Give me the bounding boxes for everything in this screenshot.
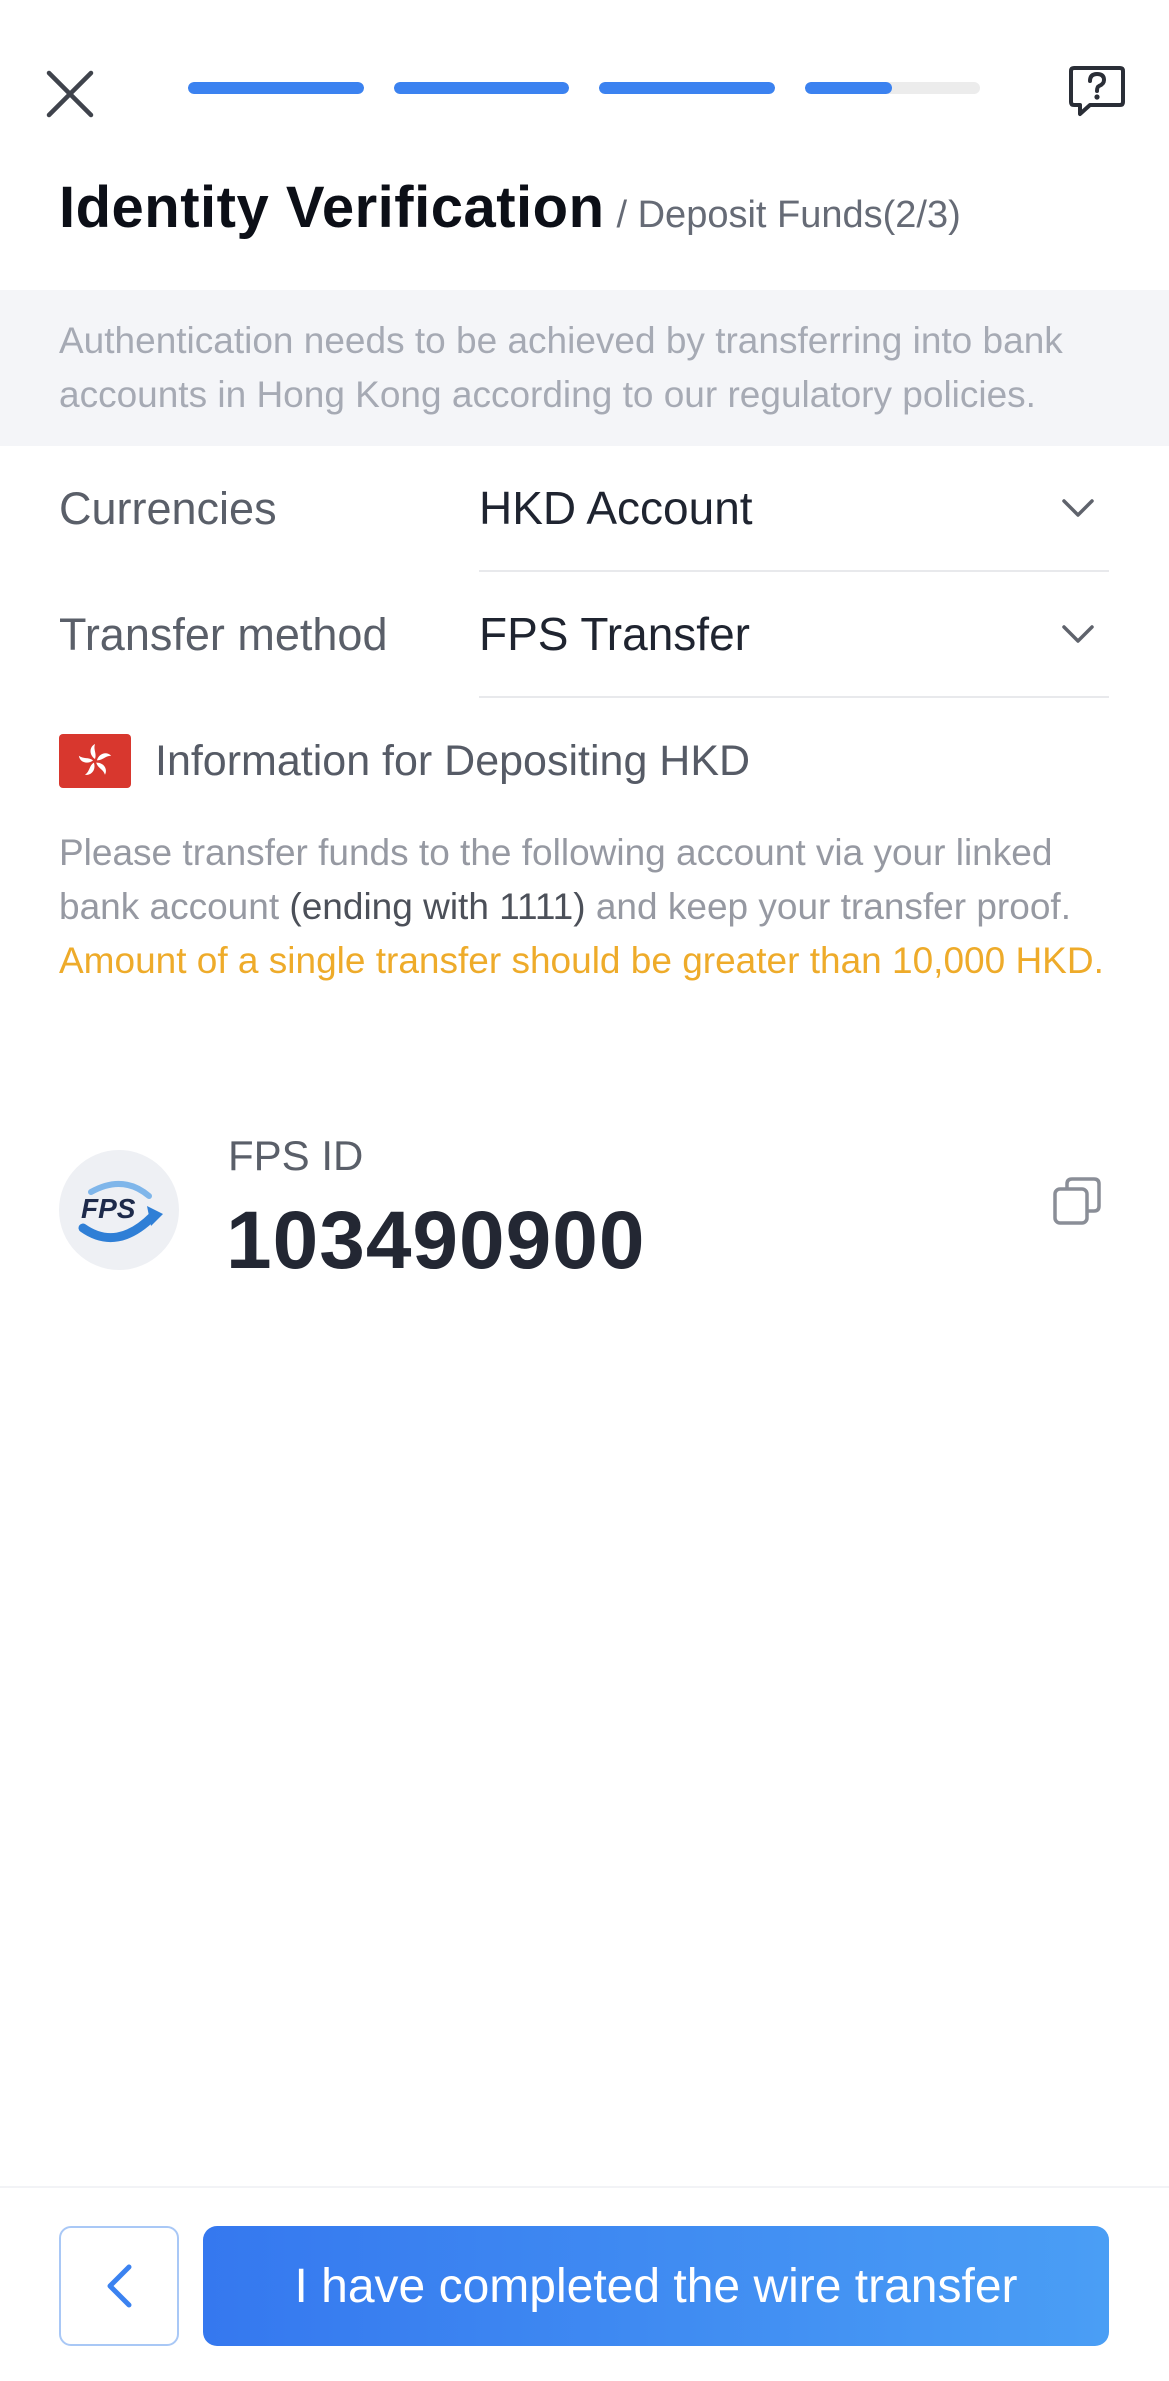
minimum-amount-warning: Amount of a single transfer should be gr… [59, 940, 1104, 981]
close-button[interactable] [38, 62, 102, 126]
progress-step-3 [599, 82, 775, 94]
progress-step-1 [188, 82, 364, 94]
page-title-row: Identity Verification / Deposit Funds(2/… [59, 174, 961, 241]
transfer-method-select[interactable]: FPS Transfer [479, 572, 1109, 698]
fps-logo: FPS [59, 1150, 179, 1270]
regulatory-notice: Authentication needs to be achieved by t… [0, 290, 1169, 446]
chevron-down-icon [1053, 483, 1103, 533]
deposit-info-heading: Information for Depositing HKD [59, 734, 750, 788]
page-title: Identity Verification [59, 175, 605, 240]
transfer-method-value: FPS Transfer [479, 608, 750, 660]
fps-logo-text: FPS [81, 1193, 136, 1224]
currencies-value: HKD Account [479, 482, 753, 534]
transfer-method-row: Transfer method FPS Transfer [59, 572, 1109, 698]
currencies-select[interactable]: HKD Account [479, 446, 1109, 572]
bottom-action-bar: I have completed the wire transfer [0, 2186, 1169, 2381]
progress-step-2 [393, 82, 569, 94]
help-icon [1069, 66, 1125, 116]
step-progress-bar [188, 82, 980, 94]
progress-step-4 [804, 82, 980, 94]
copy-icon [1053, 1177, 1101, 1225]
confirm-transfer-button[interactable]: I have completed the wire transfer [203, 2226, 1109, 2346]
currencies-row: Currencies HKD Account [59, 446, 1109, 572]
chevron-left-icon [107, 2264, 132, 2308]
instructions-text-end: and keep your transfer proof. [585, 886, 1071, 927]
deposit-instructions: Please transfer funds to the following a… [59, 826, 1119, 988]
currencies-label: Currencies [59, 483, 277, 534]
notice-text: Authentication needs to be achieved by t… [59, 320, 1063, 415]
fps-id-value: 103490900 [226, 1195, 646, 1286]
chevron-down-icon [1053, 609, 1103, 659]
linked-account-ending: (ending with 1111) [289, 886, 586, 927]
hong-kong-flag-icon [59, 734, 131, 788]
help-button[interactable] [1064, 58, 1130, 124]
close-icon [46, 70, 94, 118]
copy-button[interactable] [1046, 1170, 1108, 1232]
deposit-info-title: Information for Depositing HKD [155, 736, 751, 785]
step-subtitle: / Deposit Funds(2/3) [616, 194, 961, 236]
transfer-method-label: Transfer method [59, 609, 388, 660]
fps-id-label: FPS ID [228, 1132, 364, 1179]
back-button[interactable] [59, 2226, 179, 2346]
